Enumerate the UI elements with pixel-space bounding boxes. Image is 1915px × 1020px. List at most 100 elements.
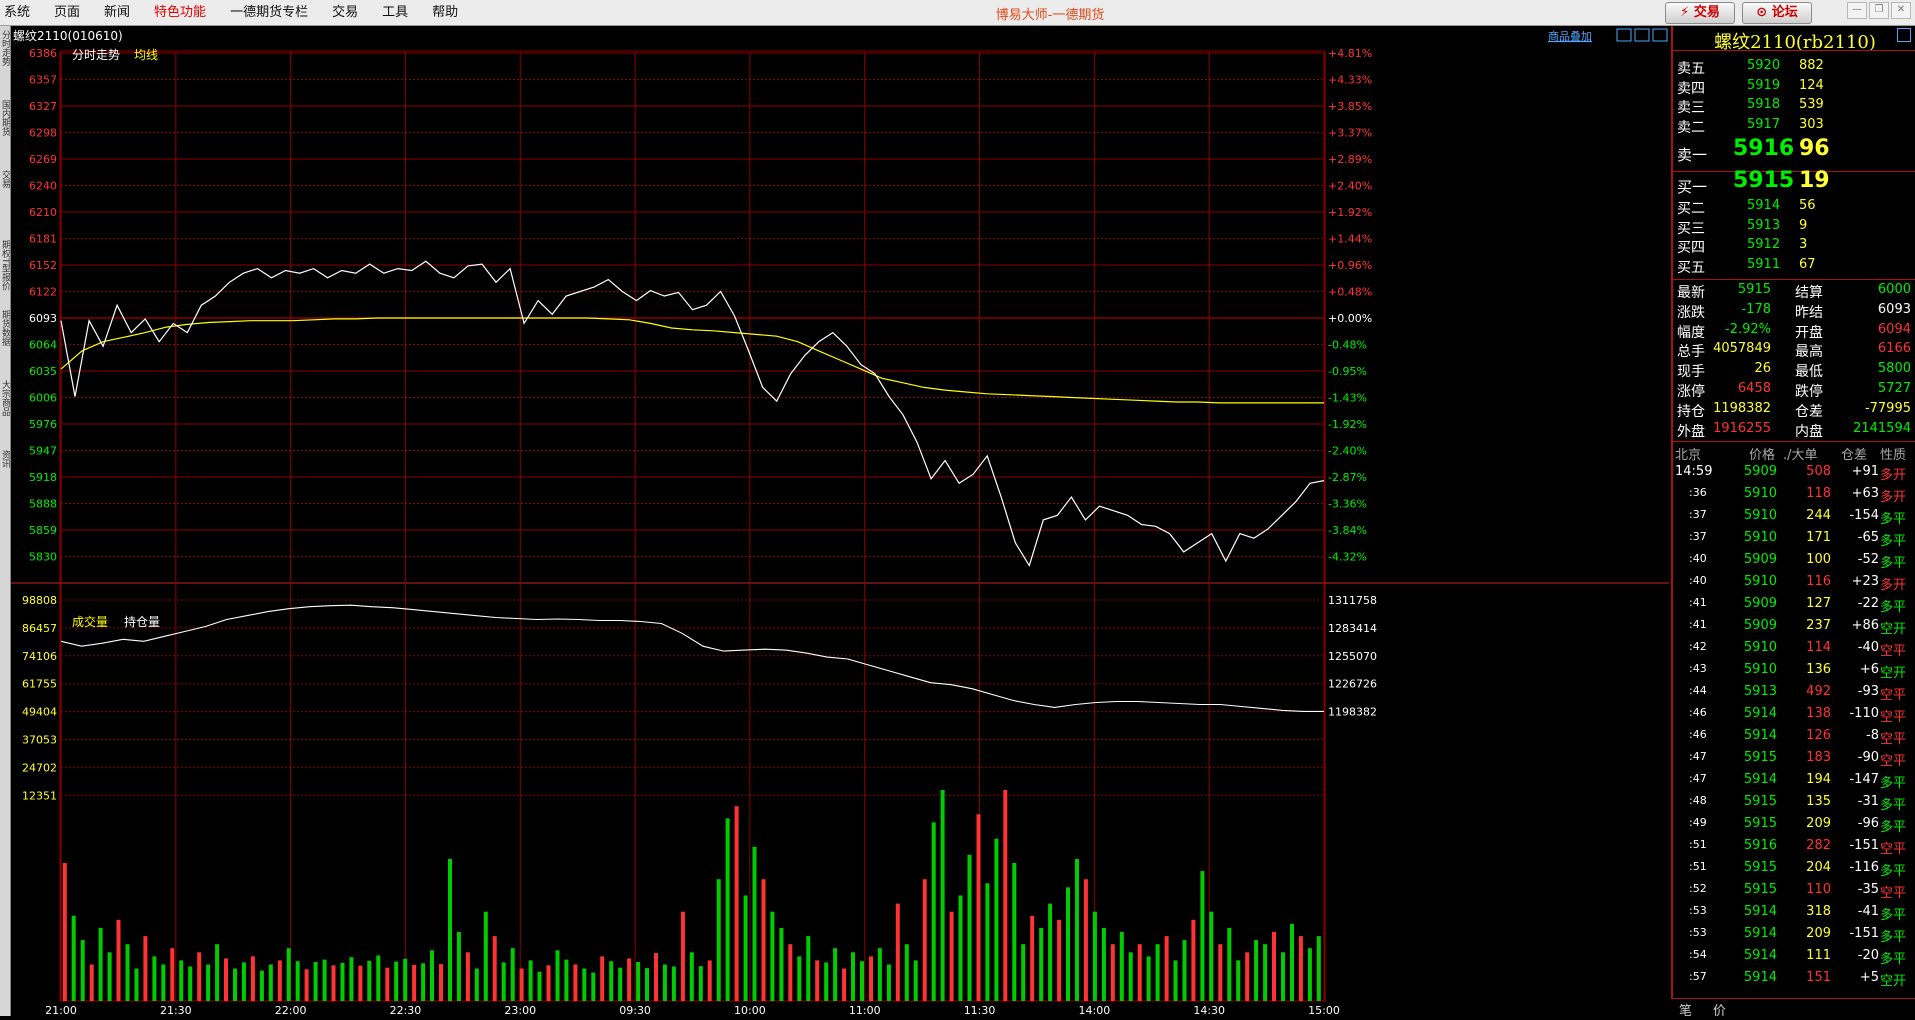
tick-nature: 空开 <box>1880 622 1907 637</box>
left-tab-3[interactable]: 期权T型报价 <box>0 240 10 302</box>
volume-bar <box>62 863 67 1001</box>
tick-volume: 237 <box>1806 618 1831 633</box>
bid1-volume: 19 <box>1799 168 1830 193</box>
bid-label: 买三 <box>1677 220 1705 237</box>
tick-volume: 116 <box>1806 574 1831 589</box>
stat-label: 涨停 <box>1677 384 1705 400</box>
pct-tick-label: +1.92% <box>1328 206 1372 219</box>
volume-bar <box>448 859 452 1001</box>
forum-button[interactable]: ⊙ 论坛 <box>1742 2 1812 24</box>
volume-bar <box>761 879 766 1001</box>
restore-icon[interactable]: ❐ <box>1869 2 1889 19</box>
volume-bar <box>985 883 990 1001</box>
tick-nature: 多开 <box>1880 468 1907 483</box>
left-tab-1[interactable]: 国内期货 <box>0 100 10 162</box>
tick-time: :46 <box>1689 706 1707 719</box>
volume-bar <box>564 959 569 1001</box>
stat-label: 涨跌 <box>1677 304 1705 321</box>
volume-bar <box>1110 944 1115 1001</box>
time-tick-label: 21:30 <box>160 1004 192 1016</box>
tick-nature: 多平 <box>1880 776 1907 791</box>
volume-bar <box>994 838 999 1001</box>
overlay-link[interactable]: 商品叠加 <box>1548 29 1592 43</box>
tick-volume: 171 <box>1806 530 1831 545</box>
time-tick-label: 21:00 <box>45 1004 77 1016</box>
bid-volume: 56 <box>1799 198 1816 213</box>
volume-bar <box>1155 944 1160 1001</box>
trade-button[interactable]: ⚡ 交易 <box>1665 2 1735 24</box>
price-tick-label: 6122 <box>29 286 57 299</box>
tick-price: 5910 <box>1743 486 1777 501</box>
volume-bar <box>1164 936 1169 1001</box>
chart-svg: 6386 +4.81% 6357 +4.33% 6327 +3.85% 6298 +3.37%… <box>11 26 1669 1017</box>
tick-volume: 209 <box>1806 816 1831 831</box>
volume-bar <box>179 960 184 1001</box>
volume-bar <box>1290 923 1294 1001</box>
volume-bar <box>1245 952 1250 1001</box>
pct-tick-label: -2.87% <box>1328 471 1367 484</box>
volume-bar <box>806 936 811 1001</box>
pct-tick-label: -2.40% <box>1328 445 1367 458</box>
tick-oi-change: -35 <box>1857 882 1879 897</box>
tick-volume: 151 <box>1806 970 1831 985</box>
volume-bar <box>797 956 802 1001</box>
volume-bar <box>949 911 954 1001</box>
panel-restore-icon[interactable] <box>1897 28 1911 42</box>
tick-oi-change: -31 <box>1857 794 1879 809</box>
close-icon[interactable]: ✕ <box>1891 2 1911 19</box>
left-tab-6[interactable]: 资讯 <box>0 450 10 512</box>
left-tab-0[interactable]: 分时走势 <box>0 30 10 92</box>
volume-bar <box>71 915 76 1001</box>
volume-bar <box>1200 871 1205 1001</box>
volume-bar <box>1254 940 1259 1001</box>
tab-ticks[interactable]: 笔 <box>1679 1000 1692 1019</box>
volume-bar <box>680 911 685 1001</box>
time-tick-label: 10:00 <box>734 1004 766 1016</box>
volume-bar <box>385 967 390 1001</box>
tick-volume: 138 <box>1806 706 1831 721</box>
ask-price: 5917 <box>1747 116 1781 132</box>
tick-nature: 多平 <box>1880 952 1907 967</box>
time-tick-label: 22:00 <box>275 1004 307 1016</box>
volume-bar <box>1281 952 1285 1001</box>
volume-bar <box>394 961 399 1001</box>
tick-time: :37 <box>1689 508 1707 521</box>
tick-time: 14:59 <box>1675 464 1713 479</box>
volume-tick-label: 86457 <box>22 622 57 635</box>
volume-bar <box>815 960 820 1001</box>
left-tab-5[interactable]: 大宗商品 <box>0 380 10 442</box>
tick-nature: 多平 <box>1880 600 1907 615</box>
oi-tick-label: 1255070 <box>1328 650 1377 663</box>
tick-nature: 空平 <box>1880 886 1907 901</box>
stat-label: 持仓 <box>1677 403 1705 420</box>
tick-nature: 空平 <box>1880 732 1907 747</box>
price-tick-label: 5859 <box>29 524 57 537</box>
oi-tick-label: 1311758 <box>1328 594 1377 607</box>
minimize-icon[interactable]: — <box>1847 2 1867 19</box>
ask-volume: 124 <box>1799 77 1824 93</box>
tick-time: :41 <box>1689 596 1707 609</box>
tick-volume: 183 <box>1806 750 1831 765</box>
ask-price: 5920 <box>1747 58 1781 73</box>
volume-bar <box>313 962 318 1001</box>
left-tab-4[interactable]: 期货数据 <box>0 310 10 372</box>
stat-label: 结算 <box>1795 285 1823 301</box>
volume-bar <box>788 944 793 1001</box>
tick-price: 5910 <box>1743 662 1777 677</box>
tick-price: 5914 <box>1743 904 1777 919</box>
time-tick-label: 23:00 <box>504 1004 536 1016</box>
tick-price: 5915 <box>1743 816 1777 831</box>
tick-price: 5914 <box>1743 970 1777 985</box>
volume-bar <box>430 950 434 1001</box>
volume-bar <box>349 957 354 1001</box>
ask-volume: 303 <box>1799 116 1824 132</box>
volume-bar <box>734 806 739 1001</box>
tick-nature: 多平 <box>1880 512 1907 527</box>
tick-time: :49 <box>1689 816 1707 829</box>
bid-label: 买二 <box>1677 201 1705 217</box>
tab-price[interactable]: 价 <box>1713 1000 1726 1019</box>
left-tab-2[interactable]: 交易 <box>0 170 10 232</box>
volume-bar <box>528 960 533 1001</box>
volume-bar <box>1128 952 1133 1001</box>
tick-volume: 492 <box>1806 684 1831 699</box>
